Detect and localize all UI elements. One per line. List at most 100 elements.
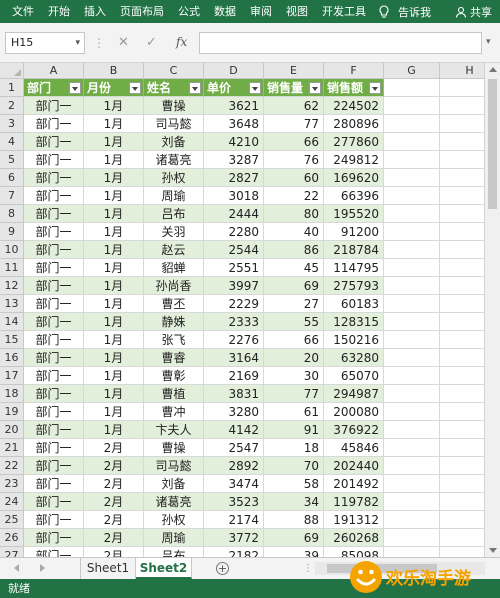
table-cell[interactable]: 1月 bbox=[84, 223, 144, 241]
table-cell[interactable]: 119782 bbox=[324, 493, 384, 511]
row-header[interactable]: 25 bbox=[0, 511, 24, 529]
table-cell[interactable]: 部门一 bbox=[24, 511, 84, 529]
row-header[interactable]: 10 bbox=[0, 241, 24, 259]
empty-cell[interactable] bbox=[384, 421, 440, 439]
table-cell[interactable]: 吕布 bbox=[144, 547, 204, 557]
tab-formulas[interactable]: 公式 bbox=[171, 0, 207, 23]
table-cell[interactable]: 部门一 bbox=[24, 223, 84, 241]
table-cell[interactable]: 1月 bbox=[84, 403, 144, 421]
table-cell[interactable]: 1月 bbox=[84, 313, 144, 331]
row-header[interactable]: 15 bbox=[0, 331, 24, 349]
table-cell[interactable]: 部门一 bbox=[24, 295, 84, 313]
column-header-d[interactable]: D bbox=[204, 63, 264, 79]
table-cell[interactable]: 2229 bbox=[204, 295, 264, 313]
empty-cell[interactable] bbox=[384, 385, 440, 403]
scroll-thumb[interactable] bbox=[488, 79, 497, 209]
table-cell[interactable]: 224502 bbox=[324, 97, 384, 115]
table-cell[interactable]: 195520 bbox=[324, 205, 384, 223]
table-cell[interactable]: 曹彰 bbox=[144, 367, 204, 385]
table-cell[interactable]: 86 bbox=[264, 241, 324, 259]
row-header[interactable]: 24 bbox=[0, 493, 24, 511]
filter-dropdown-icon[interactable] bbox=[69, 82, 81, 94]
empty-cell[interactable] bbox=[384, 133, 440, 151]
table-cell[interactable]: 69 bbox=[264, 277, 324, 295]
empty-cell[interactable] bbox=[384, 439, 440, 457]
table-cell[interactable]: 周瑜 bbox=[144, 529, 204, 547]
next-sheet-icon[interactable] bbox=[40, 564, 45, 572]
filter-dropdown-icon[interactable] bbox=[189, 82, 201, 94]
row-header[interactable]: 6 bbox=[0, 169, 24, 187]
table-header-cell[interactable]: 销售额 bbox=[324, 79, 384, 97]
table-cell[interactable]: 部门一 bbox=[24, 187, 84, 205]
expand-formula-icon[interactable]: ▾ bbox=[486, 37, 491, 47]
column-header-f[interactable]: F bbox=[324, 63, 384, 79]
share-button[interactable]: 共享 bbox=[455, 4, 500, 20]
empty-cell[interactable] bbox=[384, 295, 440, 313]
sheet-tab-sheet2[interactable]: Sheet2 bbox=[136, 558, 192, 579]
table-cell[interactable]: 部门一 bbox=[24, 367, 84, 385]
check-icon[interactable]: ✓ bbox=[146, 35, 157, 50]
select-all-button[interactable] bbox=[0, 63, 24, 79]
scroll-down-icon[interactable] bbox=[489, 548, 497, 553]
empty-cell[interactable] bbox=[384, 169, 440, 187]
table-cell[interactable]: 77 bbox=[264, 115, 324, 133]
table-cell[interactable]: 2月 bbox=[84, 439, 144, 457]
table-cell[interactable]: 3997 bbox=[204, 277, 264, 295]
table-cell[interactable]: 61 bbox=[264, 403, 324, 421]
empty-cell[interactable] bbox=[384, 349, 440, 367]
tab-view[interactable]: 视图 bbox=[279, 0, 315, 23]
table-cell[interactable]: 294987 bbox=[324, 385, 384, 403]
row-header[interactable]: 20 bbox=[0, 421, 24, 439]
table-cell[interactable]: 孙权 bbox=[144, 169, 204, 187]
table-cell[interactable]: 91200 bbox=[324, 223, 384, 241]
row-header[interactable]: 17 bbox=[0, 367, 24, 385]
table-cell[interactable]: 部门一 bbox=[24, 475, 84, 493]
table-cell[interactable]: 2169 bbox=[204, 367, 264, 385]
row-header[interactable]: 9 bbox=[0, 223, 24, 241]
table-cell[interactable]: 66 bbox=[264, 133, 324, 151]
table-cell[interactable]: 1月 bbox=[84, 133, 144, 151]
table-cell[interactable]: 1月 bbox=[84, 277, 144, 295]
row-header[interactable]: 18 bbox=[0, 385, 24, 403]
table-cell[interactable]: 3474 bbox=[204, 475, 264, 493]
table-cell[interactable]: 218784 bbox=[324, 241, 384, 259]
row-header[interactable]: 11 bbox=[0, 259, 24, 277]
table-cell[interactable]: 260268 bbox=[324, 529, 384, 547]
table-cell[interactable]: 部门一 bbox=[24, 115, 84, 133]
filter-dropdown-icon[interactable] bbox=[249, 82, 261, 94]
row-header[interactable]: 26 bbox=[0, 529, 24, 547]
table-cell[interactable]: 部门一 bbox=[24, 277, 84, 295]
table-cell[interactable]: 1月 bbox=[84, 169, 144, 187]
chevron-down-icon[interactable]: ▾ bbox=[75, 33, 80, 53]
table-cell[interactable]: 22 bbox=[264, 187, 324, 205]
table-cell[interactable]: 司马懿 bbox=[144, 115, 204, 133]
table-cell[interactable]: 刘备 bbox=[144, 475, 204, 493]
table-cell[interactable]: 114795 bbox=[324, 259, 384, 277]
table-cell[interactable]: 3831 bbox=[204, 385, 264, 403]
table-cell[interactable]: 曹操 bbox=[144, 97, 204, 115]
table-cell[interactable]: 3621 bbox=[204, 97, 264, 115]
table-cell[interactable]: 吕布 bbox=[144, 205, 204, 223]
table-cell[interactable]: 1月 bbox=[84, 349, 144, 367]
table-cell[interactable]: 20 bbox=[264, 349, 324, 367]
table-cell[interactable]: 4210 bbox=[204, 133, 264, 151]
table-cell[interactable]: 孙权 bbox=[144, 511, 204, 529]
table-cell[interactable]: 70 bbox=[264, 457, 324, 475]
table-cell[interactable]: 部门一 bbox=[24, 97, 84, 115]
table-cell[interactable]: 18 bbox=[264, 439, 324, 457]
table-cell[interactable]: 部门一 bbox=[24, 151, 84, 169]
table-cell[interactable]: 赵云 bbox=[144, 241, 204, 259]
table-cell[interactable]: 曹操 bbox=[144, 439, 204, 457]
table-cell[interactable]: 部门一 bbox=[24, 421, 84, 439]
empty-cell[interactable] bbox=[384, 457, 440, 475]
table-cell[interactable]: 诸葛亮 bbox=[144, 151, 204, 169]
row-header[interactable]: 16 bbox=[0, 349, 24, 367]
add-sheet-icon[interactable]: + bbox=[216, 562, 229, 575]
table-cell[interactable]: 3648 bbox=[204, 115, 264, 133]
table-cell[interactable]: 2月 bbox=[84, 529, 144, 547]
empty-cell[interactable] bbox=[384, 475, 440, 493]
table-header-cell[interactable]: 月份 bbox=[84, 79, 144, 97]
row-header[interactable]: 8 bbox=[0, 205, 24, 223]
row-header[interactable]: 7 bbox=[0, 187, 24, 205]
table-cell[interactable]: 2547 bbox=[204, 439, 264, 457]
